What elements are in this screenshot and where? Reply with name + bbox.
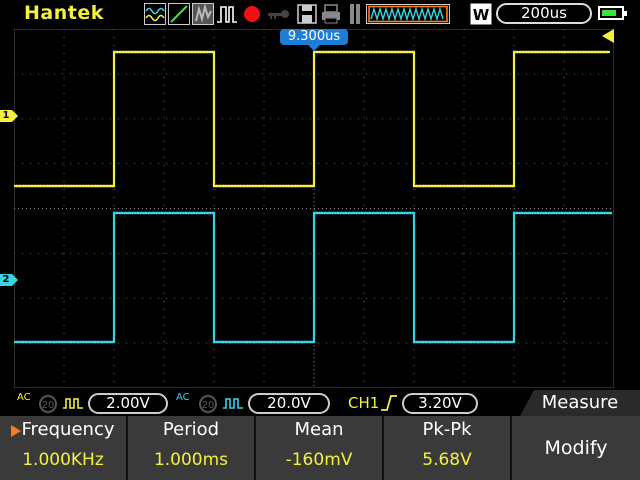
w-mode-label: W: [473, 6, 490, 24]
channel-1-offset-marker[interactable]: 1: [0, 110, 18, 122]
ch1-bandwidth-limit-label: 20: [42, 400, 55, 411]
menu-item-value: 1.000KHz: [22, 450, 104, 470]
menu-item-pk-pk[interactable]: Pk-Pk 5.68V: [384, 416, 512, 480]
menu-item-label: Frequency: [21, 419, 115, 440]
rising-edge-icon: [381, 395, 397, 411]
trigger-position-label[interactable]: 9.300us: [280, 29, 348, 51]
channel-2-status[interactable]: AC 20 20.0V: [172, 390, 332, 416]
ch1-probe-icon: [63, 398, 83, 409]
waveform-display[interactable]: [14, 29, 614, 388]
ch1-volts-div[interactable]: 2.00V: [88, 393, 168, 414]
brand-logo: Hantek: [24, 2, 104, 24]
ch1-bandwidth-limit-icon: 20: [39, 395, 57, 413]
ch2-bandwidth-limit-label: 20: [202, 400, 215, 411]
menu-item-label: Period: [162, 419, 220, 440]
ramp-icon[interactable]: [168, 3, 190, 25]
trigger-status[interactable]: CH1 3.20V: [338, 390, 488, 416]
ch2-coupling: AC: [176, 392, 190, 403]
key-icon: [268, 10, 289, 19]
menu-item-label: Pk-Pk: [422, 419, 472, 440]
trigger-level[interactable]: 3.20V: [402, 393, 478, 414]
memory-icon: [350, 4, 360, 24]
pulse-icon[interactable]: [216, 3, 238, 25]
menu-item-mean[interactable]: Mean -160mV: [256, 416, 384, 480]
timebase-readout[interactable]: 200us: [496, 3, 592, 24]
modify-button[interactable]: Modify: [512, 416, 640, 480]
top-status-bar: Hantek W 200us: [0, 0, 640, 28]
channel-1-status[interactable]: AC 20 2.00V: [0, 390, 168, 416]
battery-level: [602, 10, 617, 16]
ch1-coupling: AC: [17, 392, 31, 403]
save-icon[interactable]: [296, 3, 318, 25]
menu-item-value: -160mV: [285, 450, 353, 470]
ch2-bandwidth-limit-icon: 20: [199, 395, 217, 413]
print-icon[interactable]: [320, 3, 342, 25]
waveform-mode-icon[interactable]: [144, 3, 166, 25]
measure-menu-title: Measure: [520, 390, 640, 416]
menu-item-frequency[interactable]: Frequency 1.000KHz: [0, 416, 128, 480]
battery-icon: [598, 6, 627, 20]
persistence-icon[interactable]: [192, 3, 214, 25]
menu-item-value: 5.68V: [422, 450, 472, 470]
menu-item-label: Mean: [294, 419, 344, 440]
channel-2-offset-marker[interactable]: 2: [0, 274, 18, 286]
record-icon[interactable]: [241, 3, 263, 25]
menu-item-period[interactable]: Period 1.000ms: [128, 416, 256, 480]
trigger-source: CH1: [348, 394, 380, 412]
ch2-volts-div[interactable]: 20.0V: [248, 393, 330, 414]
trigger-level-marker[interactable]: [602, 29, 614, 43]
w-mode-icon[interactable]: W: [470, 3, 492, 25]
menu-item-value: 1.000ms: [153, 450, 229, 470]
zoom-window-icon[interactable]: [366, 3, 450, 25]
ch2-probe-icon: [223, 398, 243, 409]
